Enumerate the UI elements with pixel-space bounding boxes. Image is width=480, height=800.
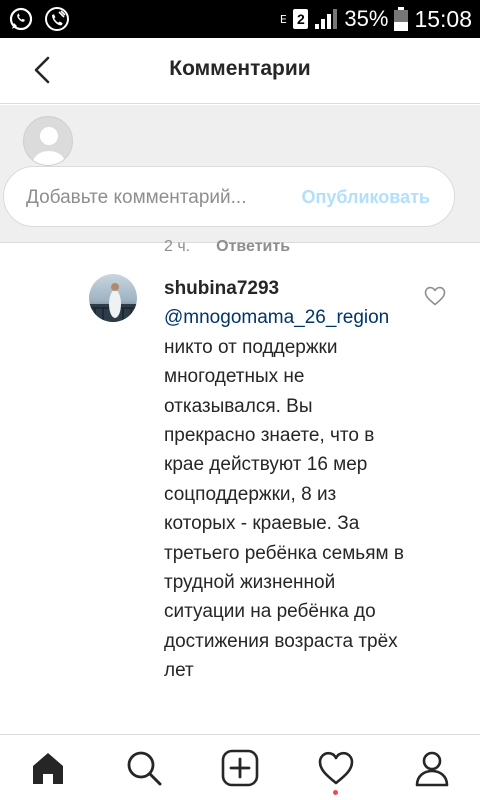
avatar: [23, 116, 73, 166]
status-bar: E 2 35% 15:08: [0, 0, 480, 38]
top-app-bar: Комментарии: [0, 38, 480, 104]
comment-input-container: Опубликовать: [3, 166, 455, 228]
commenter-avatar[interactable]: [89, 274, 137, 322]
signal-icon: [315, 9, 338, 29]
battery-percent: 35%: [344, 6, 389, 31]
bottom-navigation: [0, 734, 480, 800]
comment-composer: Опубликовать: [0, 105, 480, 243]
phone-icon: [45, 7, 69, 31]
search-icon: [127, 751, 162, 786]
network-type: E: [279, 12, 287, 26]
profile-icon: [415, 751, 449, 787]
profile-photo-icon: [89, 274, 137, 322]
battery-icon: [394, 7, 409, 31]
page-title: Комментарии: [169, 57, 311, 80]
comment-text: shubina7293 @mnogomama_26_region никто о…: [164, 274, 404, 686]
nav-add-post[interactable]: [217, 745, 263, 791]
nav-profile[interactable]: [409, 745, 455, 791]
publish-button[interactable]: Опубликовать: [301, 187, 430, 208]
comment-mention[interactable]: @mnogomama_26_region: [164, 307, 389, 328]
home-icon: [33, 753, 63, 784]
heart-outline-icon[interactable]: [424, 286, 446, 306]
nav-activity[interactable]: [313, 745, 359, 791]
sim-indicator: 2: [293, 9, 309, 29]
add-post-icon: [221, 749, 259, 787]
reply-button[interactable]: Ответить: [216, 238, 290, 256]
activity-heart-icon: [318, 751, 354, 785]
whatsapp-icon: [9, 7, 33, 31]
nav-search[interactable]: [121, 745, 167, 791]
default-avatar-icon: [33, 127, 65, 165]
previous-comment-meta: 2 ч. Ответить: [164, 238, 290, 256]
nav-home[interactable]: [25, 745, 71, 791]
notification-dot: [333, 790, 338, 795]
clock: 15:08: [414, 5, 472, 32]
comment-username[interactable]: shubina7293: [164, 278, 279, 299]
comment-message: никто от поддержки многодетных не отказы…: [164, 336, 404, 682]
comment-timestamp: 2 ч.: [164, 238, 191, 255]
comment-input[interactable]: [26, 167, 288, 228]
